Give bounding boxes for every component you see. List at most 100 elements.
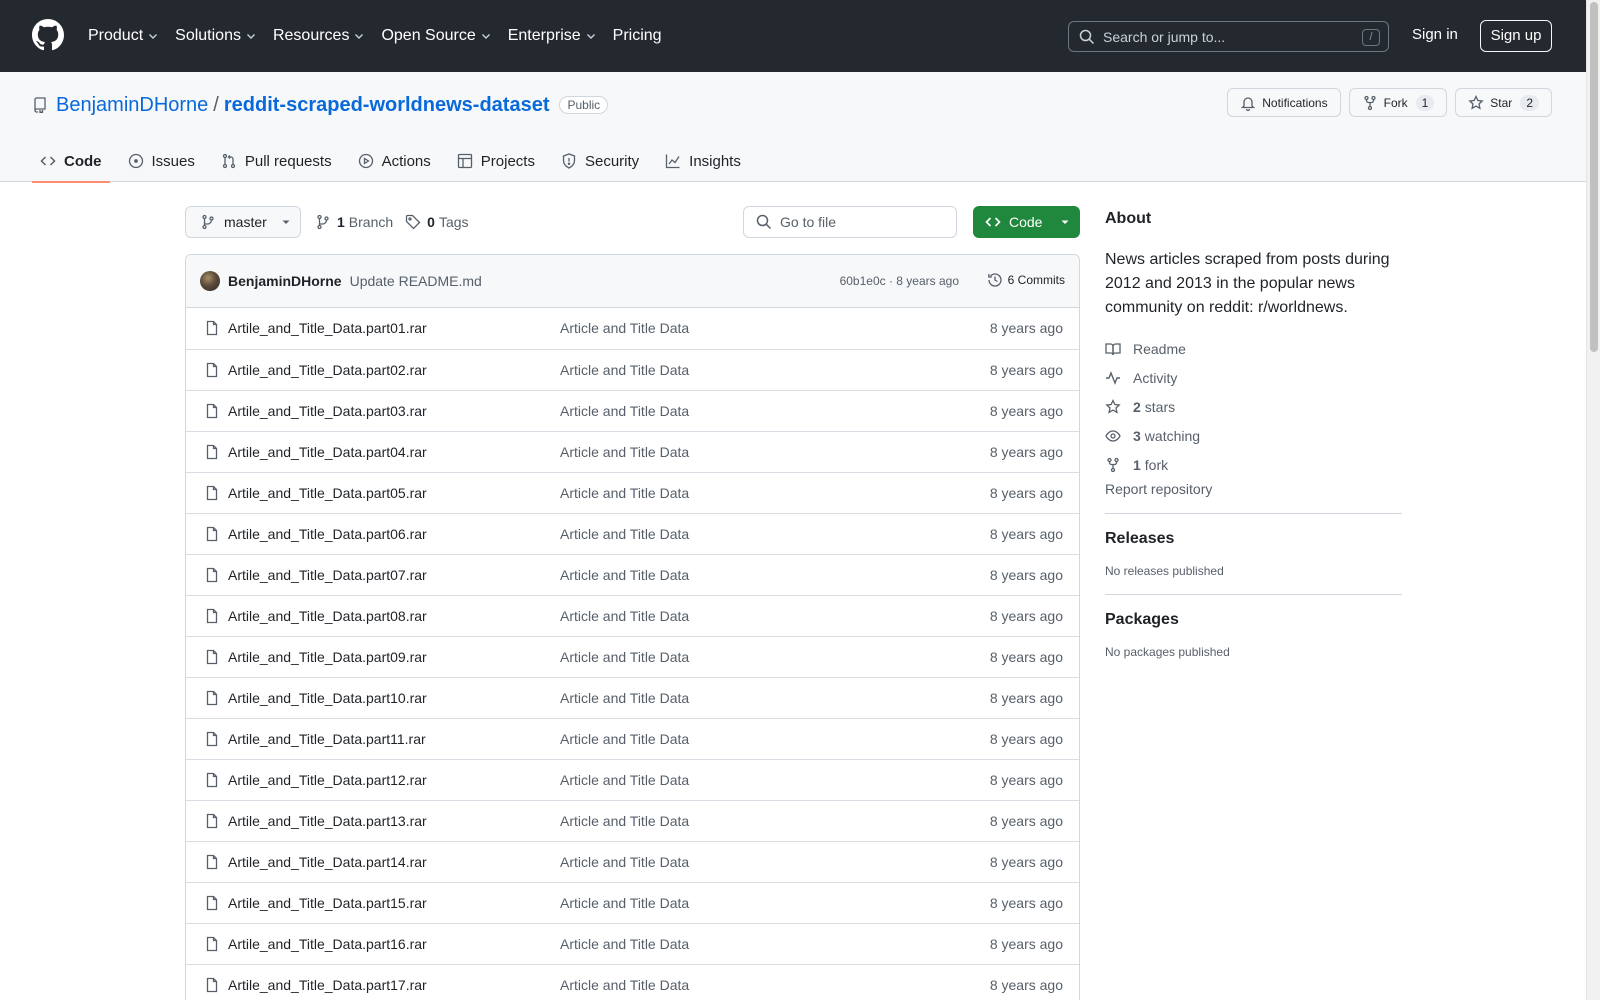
caret-down-icon — [1060, 217, 1070, 227]
nav-item-open-source[interactable]: Open Source — [381, 27, 491, 45]
packages-heading[interactable]: Packages — [1105, 611, 1402, 629]
file-name-link[interactable]: Artile_and_Title_Data.part11.rar — [228, 731, 426, 747]
readme-link[interactable]: Readme — [1105, 334, 1402, 363]
file-commit-message-link[interactable]: Article and Title Data — [560, 608, 689, 624]
file-commit-time: 8 years ago — [989, 936, 1063, 952]
tab-pull-requests[interactable]: Pull requests — [213, 140, 340, 182]
github-logo-icon[interactable] — [32, 19, 64, 51]
fork-count: 1 — [1415, 94, 1435, 111]
star-button[interactable]: Star 2 — [1455, 88, 1552, 117]
tab-insights[interactable]: Insights — [657, 140, 749, 182]
file-name-link[interactable]: Artile_and_Title_Data.part13.rar — [228, 813, 427, 829]
file-commit-message-link[interactable]: Article and Title Data — [560, 977, 689, 993]
file-commit-message-link[interactable]: Article and Title Data — [560, 895, 689, 911]
nav-item-solutions[interactable]: Solutions — [175, 27, 257, 45]
commits-link[interactable]: 6 Commits — [987, 272, 1065, 288]
file-commit-message-link[interactable]: Article and Title Data — [560, 813, 689, 829]
file-name-link[interactable]: Artile_and_Title_Data.part08.rar — [228, 608, 427, 624]
table-row: Artile_and_Title_Data.part06.rar Article … — [186, 513, 1079, 554]
table-row: Artile_and_Title_Data.part11.rar Article … — [186, 718, 1079, 759]
table-row: Artile_and_Title_Data.part03.rar Article … — [186, 390, 1079, 431]
page-scrollbar[interactable] — [1586, 0, 1600, 1000]
repo-owner-link[interactable]: BenjaminDHorne — [56, 94, 208, 117]
file-commit-message-link[interactable]: Article and Title Data — [560, 444, 689, 460]
tab-projects[interactable]: Projects — [449, 140, 543, 182]
tags-link[interactable]: 0 Tags — [405, 214, 469, 230]
branches-link[interactable]: 1 Branch — [315, 214, 393, 230]
file-commit-message-link[interactable]: Article and Title Data — [560, 731, 689, 747]
watching-link[interactable]: 3 watching — [1105, 421, 1402, 450]
activity-link[interactable]: Activity — [1105, 363, 1402, 392]
file-name-link[interactable]: Artile_and_Title_Data.part14.rar — [228, 854, 427, 870]
file-icon — [204, 526, 220, 542]
file-name-link[interactable]: Artile_and_Title_Data.part07.rar — [228, 567, 427, 583]
file-name-link[interactable]: Artile_and_Title_Data.part15.rar — [228, 895, 427, 911]
global-search-input[interactable]: Search or jump to... / — [1068, 21, 1389, 52]
file-commit-message-link[interactable]: Article and Title Data — [560, 854, 689, 870]
repo-name-link[interactable]: reddit-scraped-worldnews-dataset — [224, 94, 550, 117]
file-name-link[interactable]: Artile_and_Title_Data.part01.rar — [228, 320, 427, 336]
nav-item-resources[interactable]: Resources — [273, 27, 365, 45]
file-name-link[interactable]: Artile_and_Title_Data.part03.rar — [228, 403, 427, 419]
nav-item-product[interactable]: Product — [88, 27, 159, 45]
file-name-link[interactable]: Artile_and_Title_Data.part02.rar — [228, 362, 427, 378]
file-commit-message-link[interactable]: Article and Title Data — [560, 567, 689, 583]
file-name-link[interactable]: Artile_and_Title_Data.part04.rar — [228, 444, 427, 460]
nav-item-pricing[interactable]: Pricing — [613, 27, 662, 45]
file-name-link[interactable]: Artile_and_Title_Data.part12.rar — [228, 772, 427, 788]
releases-empty: No releases published — [1105, 564, 1224, 578]
tab-issues[interactable]: Issues — [120, 140, 203, 182]
commit-author-link[interactable]: BenjaminDHorne — [228, 273, 342, 289]
latest-commit-bar: BenjaminDHorne Update README.md 60b1e0c … — [186, 255, 1079, 308]
file-icon — [204, 731, 220, 747]
file-name-link[interactable]: Artile_and_Title_Data.part06.rar — [228, 526, 427, 542]
tab-code[interactable]: Code — [32, 140, 110, 183]
stars-count: 2 — [1133, 398, 1141, 415]
branch-icon — [200, 214, 216, 230]
file-commit-message-link[interactable]: Article and Title Data — [560, 690, 689, 706]
global-nav: Product Solutions Resources Open Source Ente… — [88, 24, 678, 48]
pulse-icon — [1105, 370, 1121, 386]
go-to-file-input[interactable]: Go to file — [743, 206, 957, 238]
scrollbar-thumb[interactable] — [1590, 2, 1598, 352]
file-name-link[interactable]: Artile_and_Title_Data.part16.rar — [228, 936, 427, 952]
fork-count: 1 — [1133, 456, 1141, 473]
releases-heading[interactable]: Releases — [1105, 530, 1402, 548]
file-commit-message-link[interactable]: Article and Title Data — [560, 772, 689, 788]
file-name-link[interactable]: Artile_and_Title_Data.part10.rar — [228, 690, 427, 706]
file-commit-message-link[interactable]: Article and Title Data — [560, 320, 689, 336]
tab-actions[interactable]: Actions — [350, 140, 439, 182]
branch-select-button[interactable]: master — [185, 206, 301, 238]
file-commit-message-link[interactable]: Article and Title Data — [560, 485, 689, 501]
repo-separator: / — [213, 93, 219, 116]
commit-meta[interactable]: 60b1e0c · 8 years ago — [840, 274, 959, 288]
file-name-link[interactable]: Artile_and_Title_Data.part09.rar — [228, 649, 427, 665]
forks-link[interactable]: 1 fork — [1105, 450, 1402, 479]
code-button[interactable]: Code — [973, 206, 1080, 238]
commit-message-link[interactable]: Update README.md — [350, 273, 482, 289]
file-commit-message-link[interactable]: Article and Title Data — [560, 403, 689, 419]
about-links: Readme Activity 2 stars 3 watching 1 for… — [1105, 334, 1402, 479]
report-repository-link[interactable]: Report repository — [1105, 481, 1402, 497]
file-commit-message-link[interactable]: Article and Title Data — [560, 362, 689, 378]
avatar[interactable] — [200, 271, 220, 291]
file-commit-message-link[interactable]: Article and Title Data — [560, 936, 689, 952]
table-row: Artile_and_Title_Data.part05.rar Article … — [186, 472, 1079, 513]
file-commit-message-link[interactable]: Article and Title Data — [560, 649, 689, 665]
sign-in-link[interactable]: Sign in — [1412, 26, 1458, 43]
fork-button[interactable]: Fork 1 — [1348, 88, 1448, 117]
notifications-button[interactable]: Notifications — [1227, 88, 1341, 117]
tab-security[interactable]: Security — [553, 140, 647, 182]
file-commit-time: 8 years ago — [989, 731, 1063, 747]
table-row: Artile_and_Title_Data.part01.rar Article … — [186, 308, 1079, 349]
nav-item-enterprise[interactable]: Enterprise — [508, 27, 597, 45]
file-name-link[interactable]: Artile_and_Title_Data.part05.rar — [228, 485, 427, 501]
file-rows: Artile_and_Title_Data.part01.rar Article … — [186, 308, 1079, 1000]
file-icon — [204, 649, 220, 665]
tag-count: 0 — [427, 214, 435, 230]
file-name-link[interactable]: Artile_and_Title_Data.part17.rar — [228, 977, 427, 993]
stars-link[interactable]: 2 stars — [1105, 392, 1402, 421]
nav-item-label: Enterprise — [507, 27, 581, 44]
file-commit-message-link[interactable]: Article and Title Data — [560, 526, 689, 542]
sign-up-button[interactable]: Sign up — [1480, 20, 1552, 52]
